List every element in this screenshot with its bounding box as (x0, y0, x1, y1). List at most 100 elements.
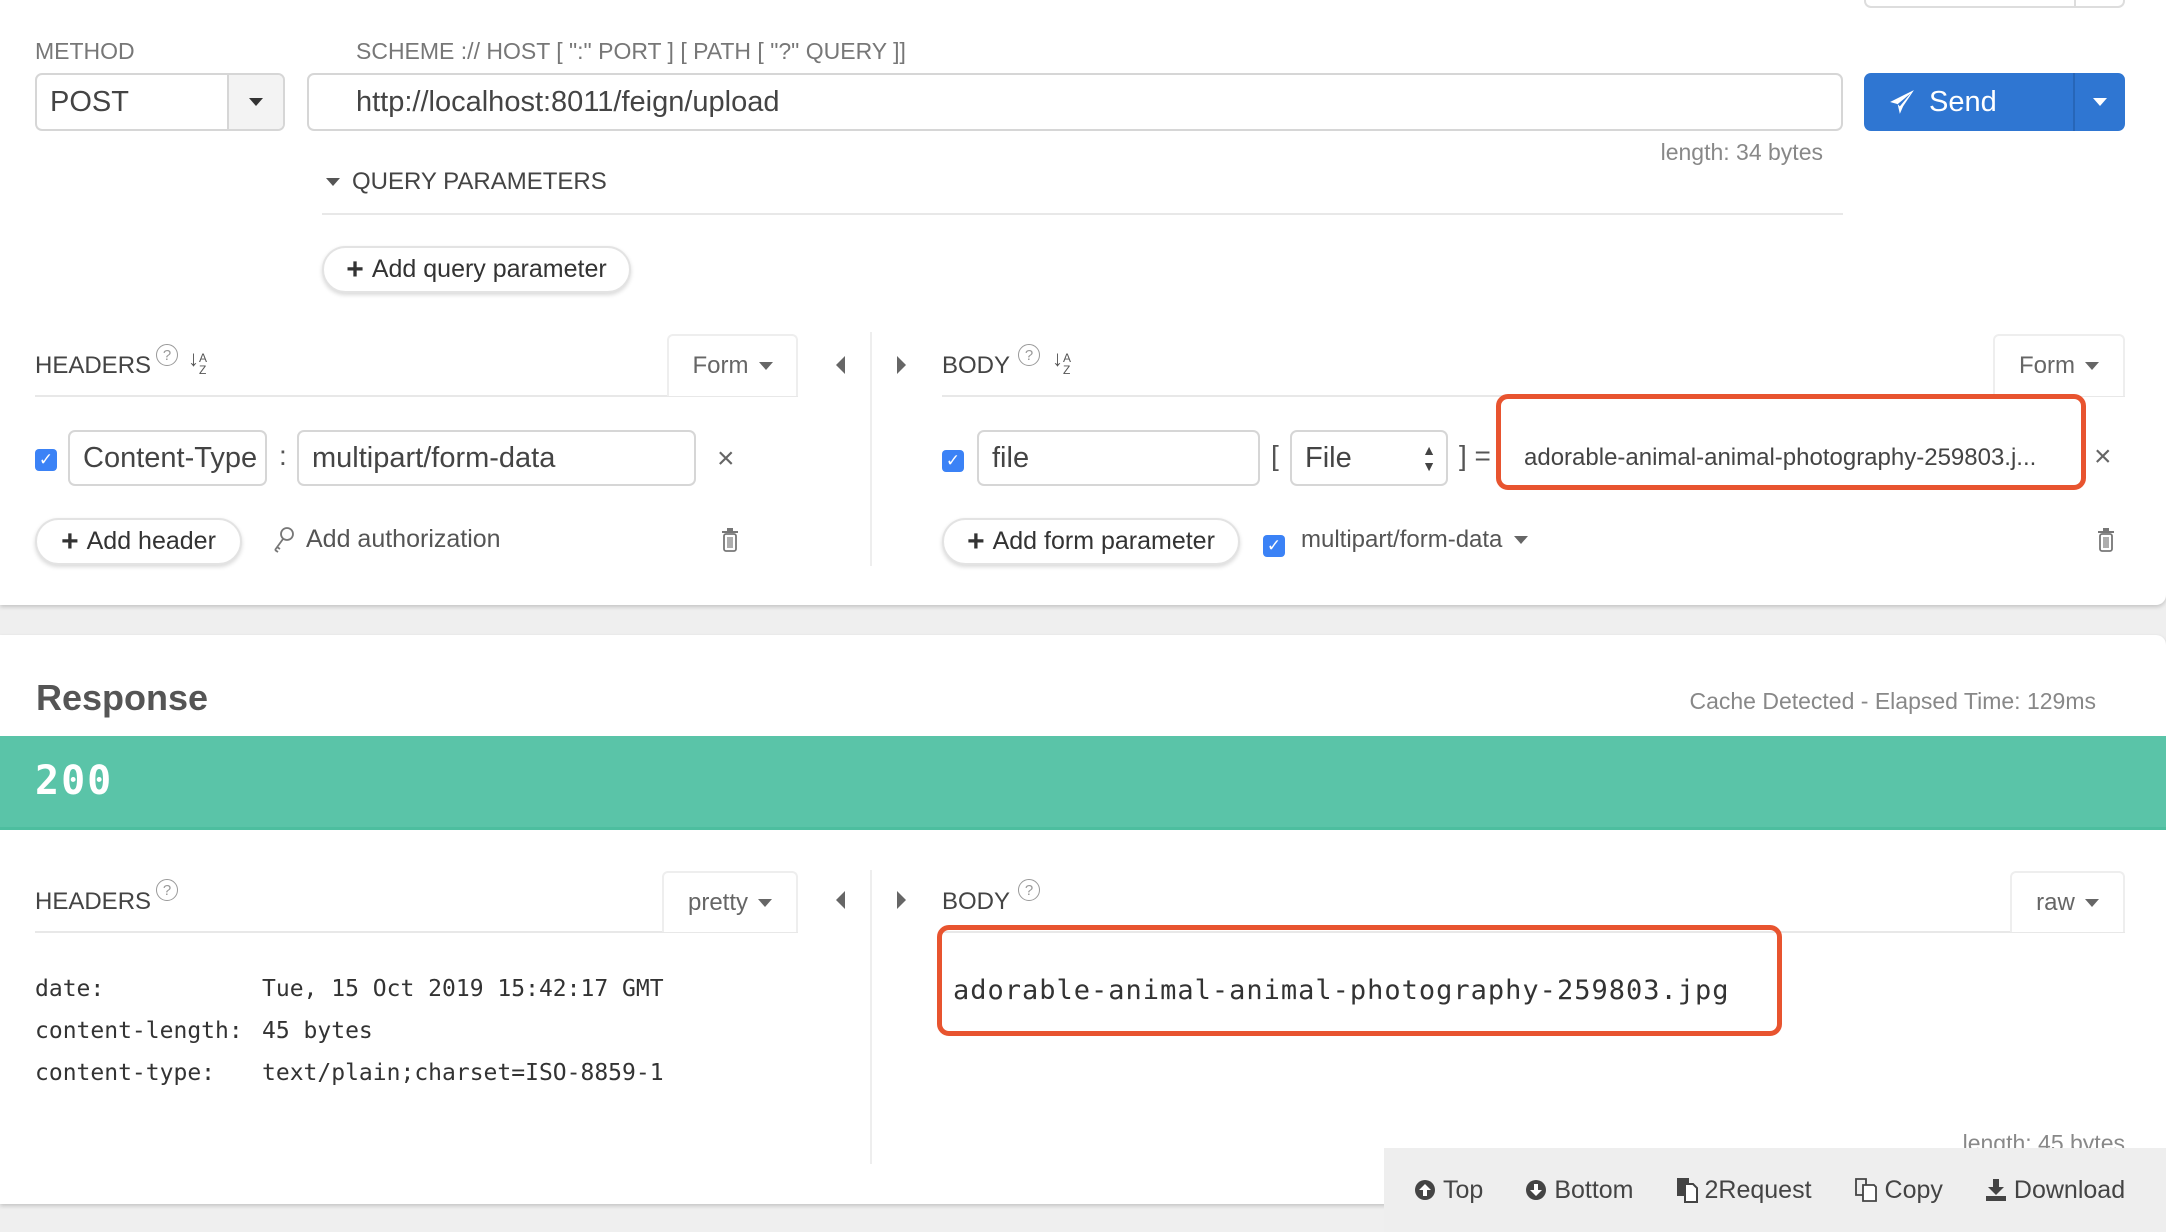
paper-plane-icon (1890, 90, 1914, 114)
header-name-value: Content-Type (83, 441, 258, 474)
header-line: date: Tue, 15 Oct 2019 15:42:17 GMT (35, 968, 664, 1010)
top-label: Top (1443, 1175, 1484, 1204)
response-headers-title: HEADERS (35, 888, 152, 915)
body-mode-dropdown[interactable]: Form (1993, 334, 2125, 396)
header-enabled-checkbox[interactable]: ✓ (35, 449, 57, 471)
expand-right-icon[interactable] (897, 891, 906, 909)
to-request-button[interactable]: 2Request (1676, 1176, 1812, 1205)
response-body-highlight (937, 925, 1782, 1036)
scroll-bottom-button[interactable]: Bottom (1525, 1175, 1634, 1205)
query-params-label: QUERY PARAMETERS (352, 168, 607, 195)
header-name-input[interactable]: Content-Type (68, 430, 267, 486)
remove-form-param-icon[interactable]: × (2094, 442, 2112, 472)
chevron-down-icon (2085, 362, 2099, 370)
header-line: content-type: text/plain;charset=ISO-885… (35, 1052, 664, 1094)
key-icon (274, 526, 294, 553)
method-select[interactable]: POST (35, 73, 285, 131)
header-line: content-length: 45 bytes (35, 1010, 664, 1052)
header-value-input[interactable]: multipart/form-data (297, 430, 696, 486)
add-header-button[interactable]: + Add header (35, 518, 242, 565)
encoding-dropdown[interactable]: multipart/form-data (1301, 526, 1529, 554)
query-params-toggle[interactable]: QUERY PARAMETERS (326, 168, 607, 196)
arrow-circle-down-icon (1526, 1180, 1547, 1200)
response-length-readout: length: 45 bytes (1962, 1130, 2125, 1150)
send-button[interactable]: Send (1864, 73, 2073, 131)
form-param-type-select[interactable]: File ▲ ▼ (1290, 430, 1448, 486)
chevron-down-icon (2093, 98, 2107, 106)
download-label: Download (2013, 1175, 2126, 1204)
status-code: 200 (35, 758, 114, 804)
add-form-param-button[interactable]: + Add form parameter (942, 518, 1240, 565)
encoding-value: multipart/form-data (1301, 526, 1503, 553)
encoding-checkbox[interactable]: ✓ (1263, 535, 1285, 557)
trash-icon[interactable] (720, 528, 740, 552)
method-dropdown-toggle[interactable] (227, 75, 283, 129)
arrow-circle-up-icon (1415, 1180, 1435, 1200)
request-body-title: BODY (942, 352, 1011, 379)
form-param-enabled-checkbox[interactable]: ✓ (942, 450, 964, 472)
header-value-value: multipart/form-data (312, 441, 556, 474)
copy-button[interactable]: Copy (1854, 1176, 1943, 1205)
response-toolbar: Top Bottom 2Request Copy Download (1384, 1148, 2166, 1232)
query-params-divider (322, 213, 1843, 215)
headers-mode-dropdown[interactable]: Form (667, 334, 798, 396)
form-param-name-input[interactable]: file (977, 430, 1260, 486)
header-value: text/plain;charset=ISO-8859-1 (262, 1060, 664, 1086)
chevron-down-icon (2084, 898, 2099, 907)
header-separator: : (279, 440, 287, 471)
collapse-left-icon[interactable] (836, 891, 845, 909)
file-value-highlight (1496, 394, 2086, 490)
header-key: content-type: (35, 1060, 216, 1086)
send-button-group: Send (1864, 73, 2125, 131)
header-key: content-length: (35, 1018, 243, 1044)
add-query-param-button[interactable]: + Add query parameter (322, 246, 631, 293)
updown-arrows-icon: ▲ ▼ (1422, 442, 1436, 474)
send-options-toggle[interactable] (2075, 73, 2125, 131)
status-bar: 200 (0, 736, 2166, 830)
url-value: http://localhost:8011/feign/upload (356, 85, 780, 118)
caret-down-icon (326, 178, 340, 186)
expand-right-icon[interactable] (897, 356, 906, 374)
help-icon[interactable]: ? (156, 344, 178, 366)
add-authorization-label: Add authorization (306, 525, 501, 553)
body-format-value: raw (2036, 888, 2075, 916)
form-param-name-value: file (992, 441, 1030, 474)
method-label: METHOD (35, 38, 135, 64)
scroll-top-button[interactable]: Top (1414, 1176, 1483, 1205)
partial-dropdown-top[interactable] (1864, 0, 2125, 8)
copy-label: Copy (1884, 1175, 1943, 1204)
download-icon (1985, 1179, 2006, 1201)
body-format-dropdown[interactable]: raw (2010, 871, 2125, 932)
file-copy-icon (1676, 1178, 1698, 1203)
download-button[interactable]: Download (1985, 1176, 2125, 1205)
response-body-title: BODY (942, 888, 1011, 915)
method-value: POST (50, 85, 129, 118)
headers-format-dropdown[interactable]: pretty (662, 871, 798, 932)
add-authorization-link[interactable]: Add authorization (272, 525, 501, 554)
response-headers-list: date: Tue, 15 Oct 2019 15:42:17 GMT cont… (35, 968, 664, 1094)
request-panel: METHOD SCHEME :// HOST [ ":" PORT ] [ PA… (0, 0, 2166, 605)
header-value: 45 bytes (262, 1018, 373, 1044)
help-icon[interactable]: ? (1018, 879, 1040, 901)
help-icon[interactable]: ? (1018, 344, 1040, 366)
plus-icon: + (967, 524, 985, 558)
to-request-label: 2Request (1704, 1175, 1812, 1204)
headers-mode-value: Form (692, 352, 749, 379)
chevron-down-icon (1514, 536, 1529, 544)
url-input[interactable]: http://localhost:8011/feign/upload (307, 73, 1843, 131)
help-icon[interactable]: ? (156, 879, 178, 901)
add-query-param-label: Add query parameter (371, 255, 607, 283)
send-label: Send (1929, 85, 1997, 118)
open-bracket: [ (1271, 440, 1279, 471)
headers-format-value: pretty (687, 888, 749, 916)
panel-divider (870, 870, 872, 1164)
bottom-label: Bottom (1554, 1175, 1634, 1204)
url-length-readout: length: 34 bytes (1660, 139, 1823, 165)
header-value: Tue, 15 Oct 2019 15:42:17 GMT (262, 976, 664, 1002)
remove-header-icon[interactable]: × (717, 444, 735, 474)
request-headers-title: HEADERS (35, 352, 152, 379)
collapse-left-icon[interactable] (836, 356, 845, 374)
add-header-label: Add header (86, 527, 216, 555)
chevron-down-icon (758, 898, 773, 907)
trash-icon[interactable] (2096, 528, 2116, 552)
